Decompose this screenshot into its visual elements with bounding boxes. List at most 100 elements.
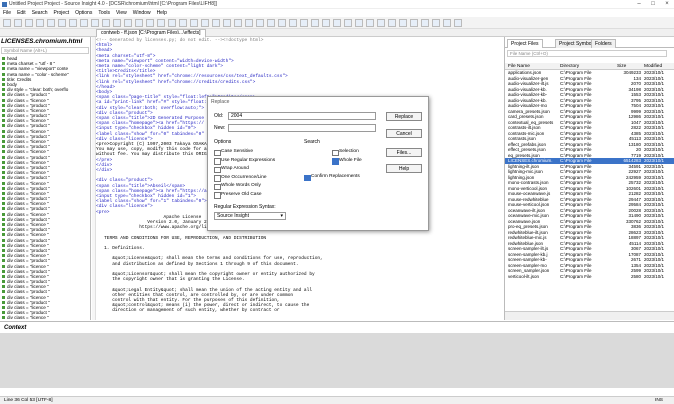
help-button[interactable]: Help xyxy=(386,164,422,173)
replace-button[interactable]: Replace xyxy=(386,112,422,121)
toolbar-button[interactable] xyxy=(124,19,132,27)
toolbar-button[interactable] xyxy=(399,19,407,27)
col-size[interactable]: Size xyxy=(617,63,626,70)
toolbar-button[interactable] xyxy=(113,19,121,27)
option-checkbox[interactable]: Whole Words Only xyxy=(214,183,261,190)
toolbar-button[interactable] xyxy=(146,19,154,27)
toolbar-button[interactable] xyxy=(157,19,165,27)
toolbar-button[interactable] xyxy=(377,19,385,27)
search-checkbox[interactable]: Whole File xyxy=(332,158,362,165)
toolbar-button[interactable] xyxy=(201,19,209,27)
toolbar-button[interactable] xyxy=(443,19,451,27)
toolbar-button[interactable] xyxy=(256,19,264,27)
option-checkbox[interactable]: One Occurrence/Line xyxy=(214,174,267,182)
symbol-list: head meta charset = "utf - 8 " meta name =… xyxy=(1,56,90,321)
menu-file[interactable]: File xyxy=(0,9,14,17)
option-checkbox[interactable]: Case Sensitive xyxy=(214,149,253,156)
regex-syntax-value: Source Insight xyxy=(217,213,249,219)
option-label: Use Regular Expressions xyxy=(221,157,276,163)
regex-syntax-select[interactable]: Source Insight ▾ xyxy=(214,212,286,220)
col-file-name[interactable]: File Name xyxy=(508,63,530,70)
col-modified[interactable]: Modified xyxy=(644,63,662,70)
confirm-replacements-checkbox[interactable]: Confirm Replacements xyxy=(304,174,360,181)
tab-project-files[interactable]: Project Files xyxy=(507,39,543,48)
toolbar-button[interactable] xyxy=(168,19,176,27)
toolbar xyxy=(0,17,674,29)
menu-options[interactable]: Options xyxy=(72,9,95,17)
search-checkbox[interactable]: Selection xyxy=(332,149,359,156)
toolbar-button[interactable] xyxy=(311,19,319,27)
old-input[interactable]: 2004 xyxy=(228,112,376,120)
menu-search[interactable]: Search xyxy=(29,9,51,17)
menu-project[interactable]: Project xyxy=(51,9,73,17)
option-checkbox[interactable]: Wrap Around xyxy=(214,166,249,173)
option-checkbox[interactable]: Preserve Old Case xyxy=(214,192,262,199)
toolbar-button[interactable] xyxy=(278,19,286,27)
file-row[interactable]: verticool-ilt.json C:\Program File 2580 202… xyxy=(505,274,674,280)
toolbar-button[interactable] xyxy=(388,19,396,27)
menu-tools[interactable]: Tools xyxy=(95,9,113,17)
insert-mode: INS xyxy=(655,398,663,403)
toolbar-button[interactable] xyxy=(289,19,297,27)
code-line: <!-- Generated by licenses.py; do not ed… xyxy=(96,38,264,43)
chevron-down-icon: ▾ xyxy=(280,213,283,219)
code-line: the copyright owner that is granting the… xyxy=(96,277,245,283)
toolbar-button[interactable] xyxy=(454,19,462,27)
toolbar-button[interactable] xyxy=(300,19,308,27)
toolbar-button[interactable] xyxy=(432,19,440,27)
tab-file[interactable]: contweb - ff.json [C:\Program Files\...\… xyxy=(96,29,206,37)
cursor-position: Line 36 Col 53 [UTF-8] xyxy=(4,398,53,403)
toolbar-button[interactable] xyxy=(234,19,242,27)
files-button[interactable]: Files... xyxy=(386,148,422,157)
toolbar-button[interactable] xyxy=(25,19,33,27)
toolbar-button[interactable] xyxy=(421,19,429,27)
toolbar-button[interactable] xyxy=(223,19,231,27)
toolbar-button[interactable] xyxy=(80,19,88,27)
menu-edit[interactable]: Edit xyxy=(14,9,29,17)
maximize-button[interactable]: □ xyxy=(646,0,660,9)
project-panel: Project Files Project Symbols Folders Fi… xyxy=(504,37,674,320)
file-filter-input[interactable]: File Name (Ctrl+O) xyxy=(507,50,667,57)
toolbar-button[interactable] xyxy=(14,19,22,27)
cancel-button[interactable]: Cancel xyxy=(386,129,422,138)
status-bar: Line 36 Col 53 [UTF-8] INS xyxy=(0,396,674,404)
toolbar-button[interactable] xyxy=(36,19,44,27)
toolbar-button[interactable] xyxy=(366,19,374,27)
toolbar-button[interactable] xyxy=(322,19,330,27)
symbol-search-input[interactable]: Symbol Name (Alt+L) xyxy=(1,47,89,54)
code-line: 1. Definitions. xyxy=(96,246,145,251)
file-name: verticool-ilt.json xyxy=(508,273,540,279)
toolbar-button[interactable] xyxy=(267,19,275,27)
toolbar-button[interactable] xyxy=(91,19,99,27)
toolbar-button[interactable] xyxy=(135,19,143,27)
replace-dialog: Replace Old: 2004 New: Replace Cancel Fi… xyxy=(207,96,429,231)
symbol-panel-title: LICENSES.chromium.html xyxy=(1,38,83,45)
toolbar-button[interactable] xyxy=(410,19,418,27)
toolbar-button[interactable] xyxy=(212,19,220,27)
toolbar-button[interactable] xyxy=(179,19,187,27)
option-label: One Occurrence/Line xyxy=(221,174,267,180)
menu-view[interactable]: View xyxy=(113,9,130,17)
file-list: applications.json C:\Program File 3049233 2… xyxy=(505,70,674,279)
new-input[interactable] xyxy=(228,124,376,132)
col-directory[interactable]: Directory xyxy=(560,63,579,70)
toolbar-button[interactable] xyxy=(344,19,352,27)
toolbar-button[interactable] xyxy=(355,19,363,27)
tab-folders[interactable]: Folders xyxy=(591,39,616,48)
toolbar-button[interactable] xyxy=(3,19,11,27)
option-checkbox[interactable]: Use Regular Expressions xyxy=(214,157,276,165)
toolbar-button[interactable] xyxy=(102,19,110,27)
toolbar-button[interactable] xyxy=(190,19,198,27)
close-button[interactable]: × xyxy=(660,0,674,9)
menu-help[interactable]: Help xyxy=(154,9,170,17)
code-line: TERMS AND CONDITIONS FOR USE, REPRODUCTI… xyxy=(96,235,267,241)
toolbar-button[interactable] xyxy=(47,19,55,27)
toolbar-button[interactable] xyxy=(245,19,253,27)
symbol-item[interactable]: div class = "licence " xyxy=(1,315,90,320)
toolbar-button[interactable] xyxy=(333,19,341,27)
minimize-button[interactable]: – xyxy=(632,0,646,9)
menu-window[interactable]: Window xyxy=(130,9,154,17)
toolbar-button[interactable] xyxy=(58,19,66,27)
file-mod: 2023/10/1 xyxy=(644,273,665,279)
toolbar-button[interactable] xyxy=(69,19,77,27)
